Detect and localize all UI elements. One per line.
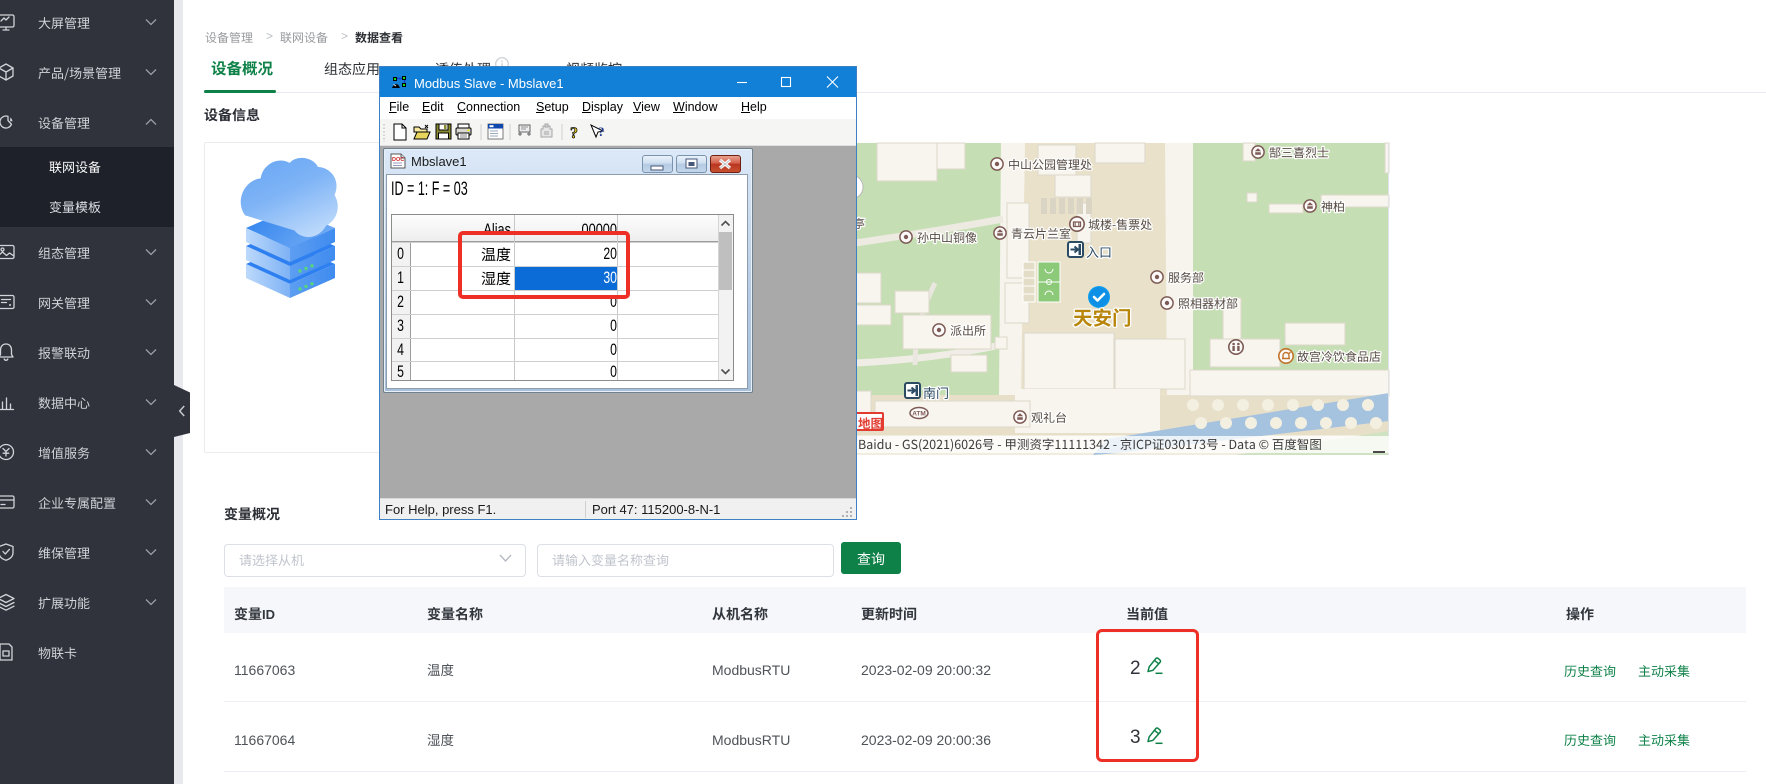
svg-text:?: ? bbox=[598, 124, 605, 139]
svg-text:ATM: ATM bbox=[912, 410, 926, 417]
svg-text:?: ? bbox=[570, 125, 578, 142]
svg-text:DOC: DOC bbox=[392, 157, 404, 163]
